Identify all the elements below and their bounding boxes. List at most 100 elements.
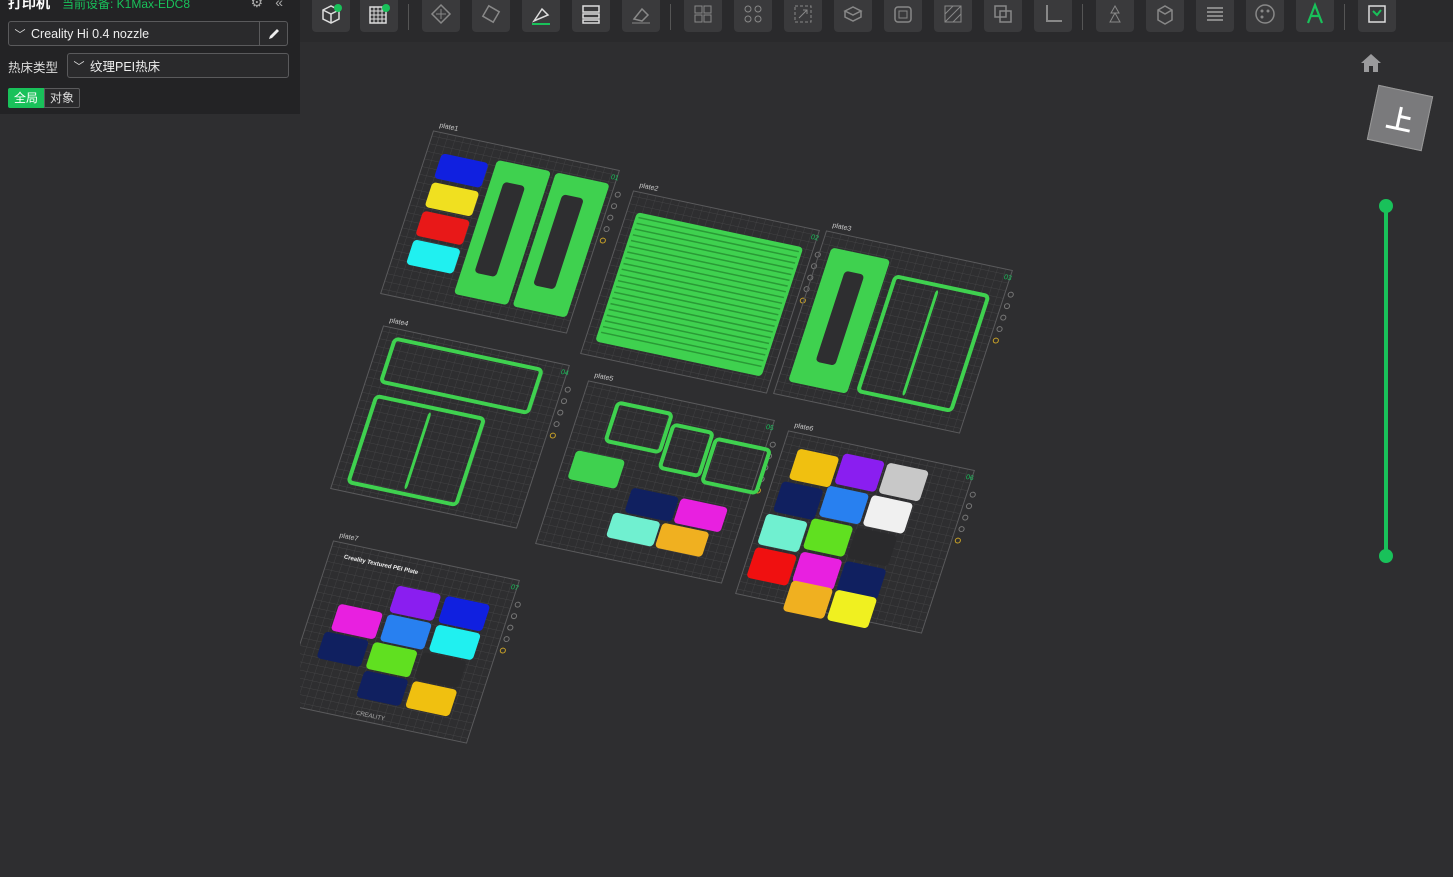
measure-button[interactable] xyxy=(1034,0,1072,32)
nozzle-select[interactable]: ﹀ Creality Hi 0.4 nozzle xyxy=(8,21,260,46)
measure-icon xyxy=(1046,5,1062,22)
printer-header: 打印机 当前设备: K1Max-EDC8 ⚙ « xyxy=(8,0,293,12)
view-cube[interactable]: 上 xyxy=(1366,84,1434,152)
assembly-icon xyxy=(1368,5,1386,23)
text-icon xyxy=(1306,1,1324,24)
grid-plate-button[interactable] xyxy=(360,0,398,32)
assembly-button[interactable] xyxy=(1358,0,1396,32)
plate-action-icon xyxy=(514,601,521,608)
plate-action-icon xyxy=(607,214,614,221)
auto-orient-icon xyxy=(531,7,550,25)
plate-action-icon xyxy=(1000,314,1007,321)
rotate-button[interactable] xyxy=(472,0,510,32)
bed-type-value: 纹理PEI热床 xyxy=(90,60,161,74)
plate-action-icon xyxy=(549,432,556,439)
plate-action-icon xyxy=(992,337,999,344)
plate-label: plate1 xyxy=(438,122,459,133)
layers-icon xyxy=(1207,7,1223,21)
plate-action-icon xyxy=(510,613,518,620)
current-device-label: 当前设备: K1Max-EDC8 xyxy=(62,0,191,11)
plate-action-icon xyxy=(557,409,564,416)
chevron-down-icon: ﹀ xyxy=(14,28,26,41)
plate-action-icon xyxy=(962,514,969,521)
toolbar-separator xyxy=(408,4,409,30)
seam-icon xyxy=(1109,4,1121,23)
split-icon xyxy=(694,5,712,23)
plate-action-icon xyxy=(1003,303,1011,310)
printer-settings-panel: 打印机 当前设备: K1Max-EDC8 ⚙ « ﹀ Creality Hi 0… xyxy=(0,0,300,114)
scope-tabs: 全局 对象 xyxy=(8,88,81,108)
plate-label: plate2 xyxy=(638,182,659,193)
build-plate-5[interactable]: plate505 xyxy=(535,371,786,584)
auto-orient-button[interactable]: AUTO xyxy=(522,0,560,32)
build-plate-1[interactable]: plate101 xyxy=(380,121,631,334)
plate-action-icon xyxy=(507,624,514,631)
split-button[interactable] xyxy=(684,0,722,32)
plate-action-icon xyxy=(564,386,571,393)
paint-button[interactable] xyxy=(1246,0,1284,32)
plate-action-icon xyxy=(553,421,560,428)
add-cube-button[interactable] xyxy=(312,0,350,32)
double-chevron-left-icon[interactable]: « xyxy=(275,0,283,10)
text-button[interactable] xyxy=(1296,0,1334,32)
cut-icon xyxy=(843,6,863,22)
erase-icon xyxy=(632,7,650,24)
plate-action-icon xyxy=(614,191,621,198)
split-parts-button[interactable] xyxy=(734,0,772,32)
auto-label: AUTO xyxy=(530,0,553,2)
support-paint-button[interactable] xyxy=(934,0,972,32)
layout-button[interactable] xyxy=(572,0,610,32)
build-plate-4[interactable]: plate404 xyxy=(330,316,581,529)
layer-slider-track xyxy=(1384,205,1388,557)
layer-slider-top-handle[interactable] xyxy=(1379,199,1393,213)
edit-printer-button[interactable] xyxy=(259,21,288,46)
view-cube-label: 上 xyxy=(1383,102,1416,137)
box-icon xyxy=(1157,5,1173,25)
auto-arrange-button[interactable] xyxy=(422,0,460,32)
tab-global[interactable]: 全局 xyxy=(8,88,45,108)
hollow-icon xyxy=(894,6,912,23)
toolbar-separator xyxy=(670,4,671,30)
plate-action-icon xyxy=(965,503,973,510)
plate-label: plate4 xyxy=(388,317,409,328)
toolbar-separator xyxy=(1344,4,1345,30)
box-button[interactable] xyxy=(1146,0,1184,32)
printer-title: 打印机 xyxy=(8,0,50,11)
toolbar-separator xyxy=(1082,4,1083,30)
boolean-icon xyxy=(994,5,1012,23)
scale-icon xyxy=(794,5,812,23)
plate-label: plate3 xyxy=(831,222,852,233)
bed-type-select[interactable]: ﹀ 纹理PEI热床 xyxy=(67,53,289,78)
layer-slider[interactable] xyxy=(1379,199,1393,563)
layer-slider-bottom-handle[interactable] xyxy=(1379,549,1393,563)
plate-label: plate6 xyxy=(793,422,814,433)
plate-label: plate5 xyxy=(593,372,614,383)
plate-action-icon xyxy=(610,203,618,210)
main-toolbar: AUTO xyxy=(300,0,1453,42)
3d-viewport[interactable]: plate1 01 plate2 02 plate3 03 plate4 04 plate5 05… xyxy=(300,42,1453,877)
add-cube-icon xyxy=(322,4,342,24)
plate-action-icon xyxy=(1007,291,1014,298)
layout-icon xyxy=(582,5,600,24)
plate-action-icon xyxy=(769,441,776,448)
chevron-down-icon: ﹀ xyxy=(73,60,85,73)
scale-button[interactable] xyxy=(784,0,822,32)
plate-action-icon xyxy=(560,398,568,405)
layers-button[interactable] xyxy=(1196,0,1234,32)
auto-arrange-icon xyxy=(430,3,452,25)
tab-object[interactable]: 对象 xyxy=(44,88,81,108)
plate-scene[interactable]: plate101plate202plate303plate404 plate505… xyxy=(300,42,1453,877)
hollow-button[interactable] xyxy=(884,0,922,32)
home-icon[interactable] xyxy=(1359,52,1383,74)
bed-type-label: 热床类型 xyxy=(8,61,59,75)
cut-button[interactable] xyxy=(834,0,872,32)
rotate-icon xyxy=(481,4,501,24)
plate-action-icon xyxy=(499,647,506,654)
boolean-button[interactable] xyxy=(984,0,1022,32)
gear-icon[interactable]: ⚙ xyxy=(250,0,263,11)
seam-button[interactable] xyxy=(1096,0,1134,32)
grid-plate-icon xyxy=(369,4,390,24)
plate-action-icon xyxy=(599,237,606,244)
erase-button[interactable] xyxy=(622,0,660,32)
build-plate-7[interactable]: plate707Creality Textured PEI PlateCREAL… xyxy=(300,531,531,744)
